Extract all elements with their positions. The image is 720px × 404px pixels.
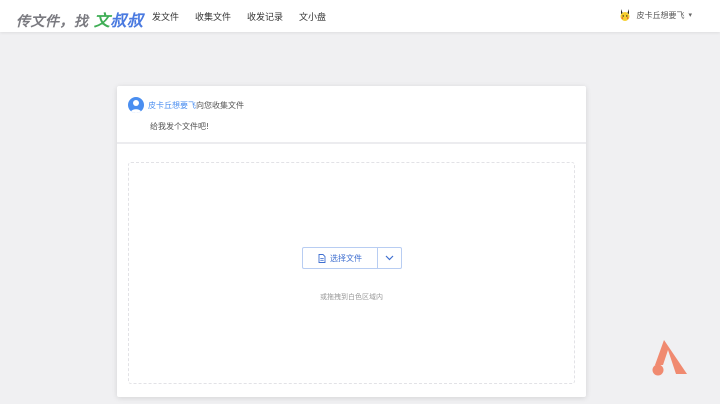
user-icon xyxy=(130,100,142,113)
upload-options-button[interactable] xyxy=(378,247,402,269)
user-name: 皮卡丘想要飞 xyxy=(636,10,685,20)
sender-name[interactable]: 皮卡丘想要飞 xyxy=(148,101,196,110)
nav-collect-file[interactable]: 收集文件 xyxy=(195,10,231,23)
sender-suffix: 向您收集文件 xyxy=(196,101,244,110)
card-header: 皮卡丘想要飞向您收集文件 给我发个文件吧! xyxy=(117,86,586,144)
drop-zone[interactable]: 选择文件 或拖拽到白色区域内 xyxy=(128,162,575,384)
logo-prefix: 传文件，找 xyxy=(16,14,89,30)
nav-history[interactable]: 收发记录 xyxy=(247,10,283,23)
nav-send-file[interactable]: 发文件 xyxy=(152,10,179,23)
sender-line: 皮卡丘想要飞向您收集文件 xyxy=(148,100,244,111)
choose-file-label: 选择文件 xyxy=(330,253,362,263)
drag-hint: 或拖拽到白色区域内 xyxy=(320,293,383,301)
pikachu-avatar-icon xyxy=(620,9,630,21)
file-icon xyxy=(318,253,326,263)
logo-shushu: 叔叔 xyxy=(110,11,144,30)
site-logo[interactable]: 传文件，找 文叔叔 xyxy=(16,7,143,31)
brand-logo-icon xyxy=(652,340,687,376)
chevron-down-icon xyxy=(385,255,394,261)
nav-mini-disk[interactable]: 文小盘 xyxy=(299,10,326,23)
sender-avatar xyxy=(128,97,144,113)
choose-file-button[interactable]: 选择文件 xyxy=(302,247,378,269)
logo-wen: 文 xyxy=(93,11,111,30)
top-bar: 传文件，找 文叔叔 发文件 收集文件 收发记录 文小盘 皮卡丘想要飞 ▾ xyxy=(0,0,720,32)
request-message: 给我发个文件吧! xyxy=(150,122,210,131)
collect-card: 皮卡丘想要飞向您收集文件 给我发个文件吧! 选择文件 或拖拽到白色区域内 xyxy=(117,86,586,397)
caret-down-icon: ▾ xyxy=(688,11,692,19)
main-nav: 发文件 收集文件 收发记录 文小盘 xyxy=(152,10,326,23)
user-menu[interactable]: 皮卡丘想要飞 ▾ xyxy=(618,8,692,22)
upload-button-group: 选择文件 xyxy=(302,247,402,269)
